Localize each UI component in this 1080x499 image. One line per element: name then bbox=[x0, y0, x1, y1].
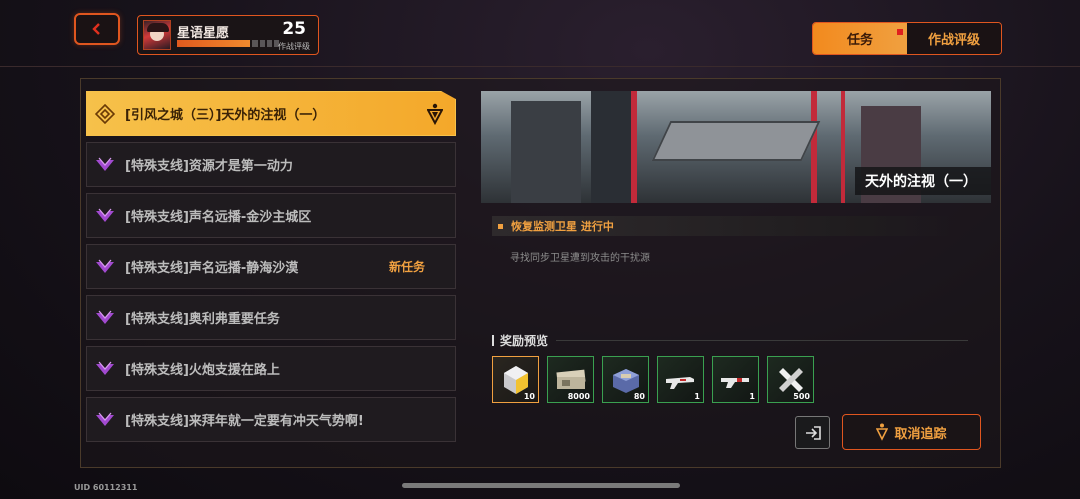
banner-title: 天外的注视（一） bbox=[855, 167, 991, 195]
quest-label: [特殊支线]资源才是第一动力 bbox=[125, 159, 293, 174]
tab-label: 作战评级 bbox=[927, 33, 980, 48]
side-quest-icon bbox=[95, 410, 115, 430]
rating-label: 作战评级 bbox=[278, 42, 310, 51]
chevron-left-icon bbox=[92, 23, 100, 35]
enter-door-icon bbox=[805, 425, 821, 440]
player-name: 星语星愿 bbox=[177, 26, 230, 41]
quest-label: [特殊支线]声名远播-静海沙漠 bbox=[125, 261, 299, 276]
tower-shape bbox=[511, 101, 581, 203]
header-line bbox=[556, 340, 968, 341]
navigate-button[interactable] bbox=[795, 416, 830, 449]
quest-label: [特殊支线]奥利弗重要任务 bbox=[125, 312, 280, 327]
progress-segment bbox=[259, 40, 265, 47]
quest-item-main[interactable]: [引风之城（三）]天外的注视（一） bbox=[86, 91, 456, 136]
side-quest-icon bbox=[95, 308, 115, 328]
side-quest-icon bbox=[95, 257, 115, 277]
quest-item[interactable]: [特殊支线]奥利弗重要任务 bbox=[86, 295, 456, 340]
red-beam bbox=[811, 91, 817, 203]
reward-count: 80 bbox=[633, 392, 645, 401]
reward-count: 500 bbox=[793, 392, 810, 401]
header-divider bbox=[0, 66, 1080, 67]
reward-count: 10 bbox=[523, 392, 535, 401]
reward-item[interactable]: 1 bbox=[657, 356, 704, 403]
objective-row: 恢复监测卫星 进行中 bbox=[492, 216, 958, 236]
reward-item[interactable]: 8000 bbox=[547, 356, 594, 403]
objective-description: 寻找同步卫星遭到攻击的干扰源 bbox=[510, 253, 650, 264]
quest-item[interactable]: [特殊支线]来拜年就一定要有冲天气势啊! bbox=[86, 397, 456, 442]
progress-segment bbox=[252, 40, 258, 47]
player-level: 25 bbox=[282, 19, 306, 39]
player-card[interactable]: 星语星愿 25 作战评级 bbox=[137, 15, 319, 55]
platform-shape bbox=[651, 121, 821, 161]
reward-count: 1 bbox=[694, 392, 700, 401]
quest-label: [特殊支线]来拜年就一定要有冲天气势啊! bbox=[125, 414, 364, 429]
quest-list: [引风之城（三）]天外的注视（一） [特殊支线]资源才是第一动力 [特殊支线]声… bbox=[86, 91, 456, 448]
quest-item[interactable]: [特殊支线]资源才是第一动力 bbox=[86, 142, 456, 187]
new-quest-tag: 新任务 bbox=[388, 260, 425, 274]
tracking-pin-icon bbox=[426, 103, 444, 129]
quest-label: [引风之城（三）]天外的注视（一） bbox=[125, 108, 326, 123]
reward-item[interactable]: 500 bbox=[767, 356, 814, 403]
tab-combat-rating[interactable]: 作战评级 bbox=[907, 23, 1001, 54]
main-quest-icon bbox=[95, 103, 115, 124]
quest-banner-image: 天外的注视（一） bbox=[481, 91, 991, 203]
header-bar bbox=[492, 335, 494, 346]
quest-item[interactable]: [特殊支线]火炮支援在路上 bbox=[86, 346, 456, 391]
cancel-tracking-label: 取消追踪 bbox=[894, 426, 947, 442]
reward-list: 10 8000 80 1 1 500 bbox=[492, 356, 814, 403]
tab-label: 任务 bbox=[846, 33, 873, 48]
reward-header-label: 奖励预览 bbox=[500, 334, 549, 348]
side-quest-icon bbox=[95, 206, 115, 226]
quest-label: [特殊支线]声名远播-金沙主城区 bbox=[125, 210, 312, 225]
quest-item[interactable]: [特殊支线]声名远播-静海沙漠 新任务 bbox=[86, 244, 456, 289]
side-quest-icon bbox=[95, 359, 115, 379]
reward-item[interactable]: 1 bbox=[712, 356, 759, 403]
home-indicator[interactable] bbox=[402, 483, 680, 488]
reward-item[interactable]: 10 bbox=[492, 356, 539, 403]
shotgun-icon bbox=[721, 378, 749, 388]
rating-progress-fill bbox=[177, 40, 251, 47]
reward-header: 奖励预览 bbox=[492, 332, 968, 349]
back-button[interactable] bbox=[74, 13, 120, 45]
tracking-pin-icon bbox=[876, 423, 889, 441]
cancel-tracking-button[interactable]: 取消追踪 bbox=[842, 414, 981, 450]
quest-item[interactable]: [特殊支线]声名远播-金沙主城区 bbox=[86, 193, 456, 238]
red-beam bbox=[841, 91, 845, 203]
rifle-icon bbox=[666, 377, 694, 389]
user-id: UID 60112311 bbox=[74, 483, 138, 492]
reward-count: 8000 bbox=[567, 392, 590, 401]
objective-text: 恢复监测卫星 进行中 bbox=[511, 220, 614, 233]
reward-item[interactable]: 80 bbox=[602, 356, 649, 403]
progress-segment bbox=[266, 40, 272, 47]
red-beam bbox=[631, 91, 637, 203]
tower-shape bbox=[591, 91, 631, 203]
notification-badge bbox=[897, 29, 903, 35]
avatar bbox=[143, 20, 171, 50]
tab-tasks[interactable]: 任务 bbox=[813, 23, 907, 54]
rating-progress-bar bbox=[177, 40, 279, 47]
quest-label: [特殊支线]火炮支援在路上 bbox=[125, 363, 280, 378]
objective-bullet-icon bbox=[498, 223, 503, 229]
top-tabs: 任务 作战评级 bbox=[812, 22, 1002, 55]
reward-count: 1 bbox=[749, 392, 755, 401]
side-quest-icon bbox=[95, 155, 115, 175]
